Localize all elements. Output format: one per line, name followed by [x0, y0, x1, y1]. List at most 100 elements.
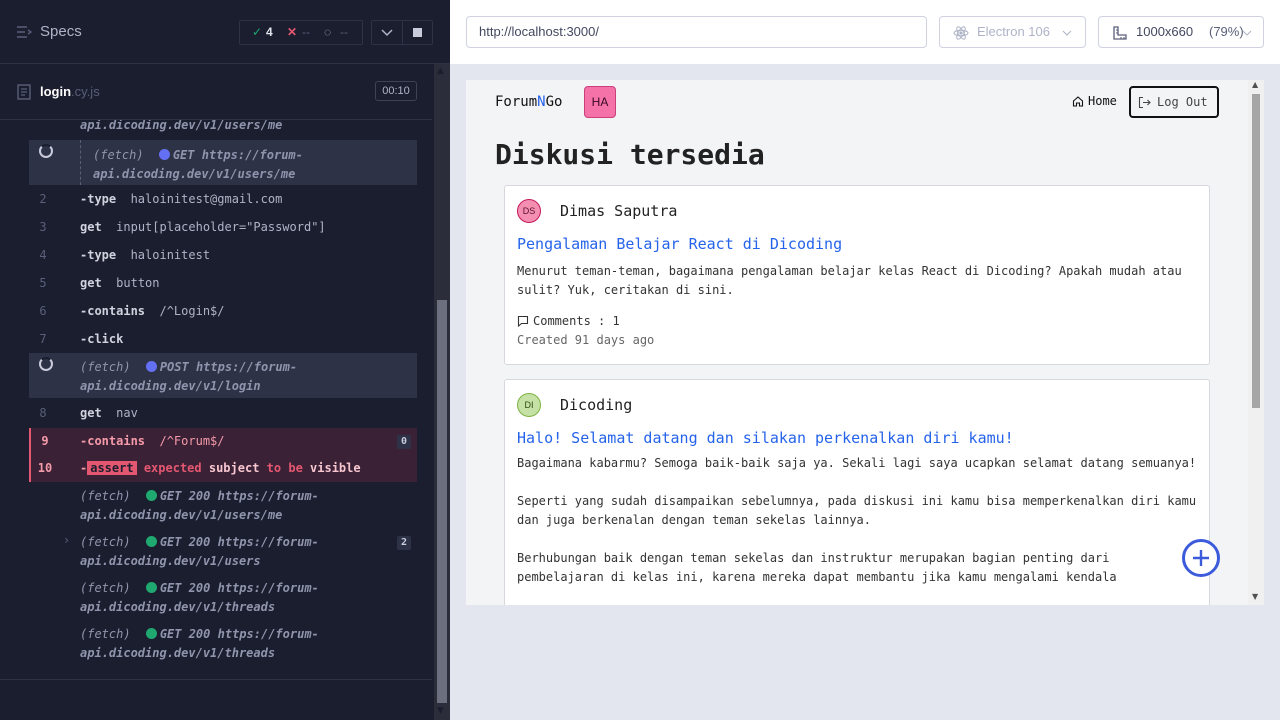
scroll-up-icon[interactable]: ▲	[1252, 80, 1258, 89]
command-row-failed[interactable]: 9 -contains /^Forum$/ 0	[29, 428, 417, 456]
fetch-text: (fetch) GET 200 https://forum- api.dicod…	[80, 487, 319, 525]
comment-icon	[517, 315, 529, 328]
fetch-method: GET	[172, 148, 195, 162]
nav-home-link[interactable]: Home	[1072, 94, 1117, 108]
fetch-label: (fetch)	[80, 360, 131, 374]
app-frame: ForumNGo HA Home Log Out Diskusi tersedi…	[466, 80, 1264, 605]
chevron-down-icon	[381, 29, 393, 37]
thread-created: Created 91 days ago	[517, 333, 655, 347]
url-bar[interactable]: http://localhost:3000/	[466, 16, 927, 48]
command-number: 5	[39, 276, 47, 290]
command-message: haloinitest	[130, 248, 211, 262]
thread-body-paragraph: Seperti yang sudah disampaikan sebelumny…	[517, 494, 1197, 527]
stop-button[interactable]	[403, 20, 433, 45]
command-row-fetch[interactable]: (fetch) GET 200 https://forum- api.dicod…	[29, 578, 417, 622]
assert-word: subject	[208, 461, 260, 475]
command-row[interactable]: 6 -contains /^Login$/	[29, 300, 417, 322]
logout-label: Log Out	[1157, 95, 1208, 109]
spec-file-name[interactable]: login.cy.js	[40, 84, 100, 99]
command-row[interactable]: 7 -click	[29, 328, 417, 350]
brand-part: N	[537, 94, 546, 110]
command-number: 9	[41, 434, 49, 448]
user-avatar[interactable]: HA	[584, 86, 616, 118]
browser-selector[interactable]: Electron 106	[939, 16, 1086, 48]
command-number: 8	[39, 406, 47, 420]
app-under-test: http://localhost:3000/ Electron 106 1000…	[450, 0, 1280, 720]
app-scrollbar[interactable]: ▲ ▼	[1248, 80, 1264, 605]
fetch-url-2: api.dicoding.dev/v1/users	[80, 554, 261, 568]
fetch-text: (fetch) POST https://forum- api.dicoding…	[80, 358, 297, 396]
command-message: haloinitest@gmail.com	[130, 192, 283, 206]
command-number: 3	[39, 220, 47, 234]
command-row[interactable]: 5 get button	[29, 272, 417, 294]
chevron-right-icon[interactable]: ›	[63, 533, 70, 547]
owner-avatar: DS	[517, 199, 541, 223]
command-row-fetch[interactable]: (fetch) GET 200 https://forum- api.dicod…	[29, 624, 417, 666]
add-thread-button[interactable]	[1182, 539, 1220, 577]
fetch-url-2: api.dicoding.dev/v1/threads	[80, 646, 276, 660]
comments-count: Comments : 1	[533, 314, 620, 328]
ruler-icon	[1113, 26, 1127, 40]
command-name: -type	[80, 192, 117, 206]
count-badge: 2	[397, 536, 411, 550]
command-message: /^Forum$/	[159, 434, 225, 448]
spec-file-row: login.cy.js 00:10	[0, 65, 432, 120]
nav-home-label: Home	[1088, 94, 1117, 108]
command-row[interactable]: 8 get nav	[29, 402, 417, 424]
spec-ext: .cy.js	[71, 84, 100, 99]
command-number: 6	[39, 304, 47, 318]
command-message: button	[116, 276, 160, 290]
app-scrollbar-thumb[interactable]	[1252, 94, 1260, 408]
logout-icon	[1138, 96, 1151, 109]
command-message: input[placeholder="Password"]	[116, 220, 326, 234]
browser-label: Electron 106	[977, 24, 1050, 39]
command-message: /^Login$/	[159, 304, 225, 318]
command-number: 2	[39, 192, 47, 206]
brand-logo[interactable]: ForumNGo	[495, 94, 562, 110]
specs-list-icon[interactable]	[16, 24, 32, 40]
thread-title-link[interactable]: Pengalaman Belajar React di Dicoding	[517, 235, 842, 253]
specs-label[interactable]: Specs	[40, 23, 82, 40]
command-row[interactable]: 4 -type haloinitest	[29, 244, 417, 266]
fetch-url-1: https://forum-	[195, 360, 298, 374]
reporter-scrollbar-thumb[interactable]	[437, 300, 447, 703]
command-row[interactable]: api.dicoding.dev/v1/users/me	[29, 120, 417, 140]
fetch-method: GET 200	[159, 535, 211, 549]
command-row[interactable]: 3 get input[placeholder="Password"]	[29, 216, 417, 238]
scroll-up-icon[interactable]: ▲	[437, 66, 444, 76]
pending-dot-icon	[145, 361, 157, 372]
fetch-label: (fetch)	[93, 148, 144, 162]
viewport-selector[interactable]: 1000x660 (79%)	[1098, 16, 1264, 48]
command-number: 4	[39, 248, 47, 262]
command-row-fetch[interactable]: › (fetch) GET 200 https://forum- api.dic…	[29, 532, 417, 576]
thread-title-link[interactable]: Halo! Selamat datang dan silakan perkena…	[517, 429, 1014, 447]
command-row-assert[interactable]: 10 - assert expected subject to be visibl…	[29, 456, 417, 482]
loading-spinner-icon	[39, 357, 53, 371]
scroll-down-icon[interactable]: ▼	[437, 706, 444, 716]
fetch-method: POST	[159, 360, 189, 374]
command-name: get	[80, 406, 102, 420]
thread-body-paragraph: Bagaimana kabarmu? Semoga baik-baik saja…	[517, 456, 1197, 470]
command-row-fetch[interactable]: (fetch) GET 200 https://forum- api.dicod…	[29, 486, 417, 530]
command-row-fetch[interactable]: (fetch) GET https://forum- api.dicoding.…	[29, 140, 417, 185]
thread-body: Bagaimana kabarmu? Semoga baik-baik saja…	[517, 454, 1197, 587]
thread-card: DS Dimas Saputra Pengalaman Belajar Reac…	[504, 185, 1210, 365]
document-icon	[17, 84, 31, 100]
command-message: api.dicoding.dev/v1/users/me	[80, 120, 283, 132]
command-message: nav	[116, 406, 138, 420]
expand-button[interactable]	[371, 20, 403, 45]
spec-name: login	[40, 84, 72, 99]
indent-line	[80, 140, 81, 185]
logout-button[interactable]: Log Out	[1129, 86, 1219, 118]
test-stats: ✓ 4 ✕ -- ◌ --	[239, 20, 363, 45]
loading-spinner-icon	[39, 144, 53, 158]
fetch-url-1: https://forum-	[217, 489, 319, 503]
fetch-label: (fetch)	[80, 535, 131, 549]
command-name: -type	[80, 248, 117, 262]
fetch-method: GET 200	[159, 489, 211, 503]
command-row[interactable]: 2 -type haloinitest@gmail.com	[29, 188, 417, 210]
failed-icon: ✕	[287, 25, 298, 39]
scroll-down-icon[interactable]: ▼	[1252, 592, 1258, 601]
command-row-fetch[interactable]: (fetch) POST https://forum- api.dicoding…	[29, 353, 417, 398]
command-name: get	[80, 276, 102, 290]
